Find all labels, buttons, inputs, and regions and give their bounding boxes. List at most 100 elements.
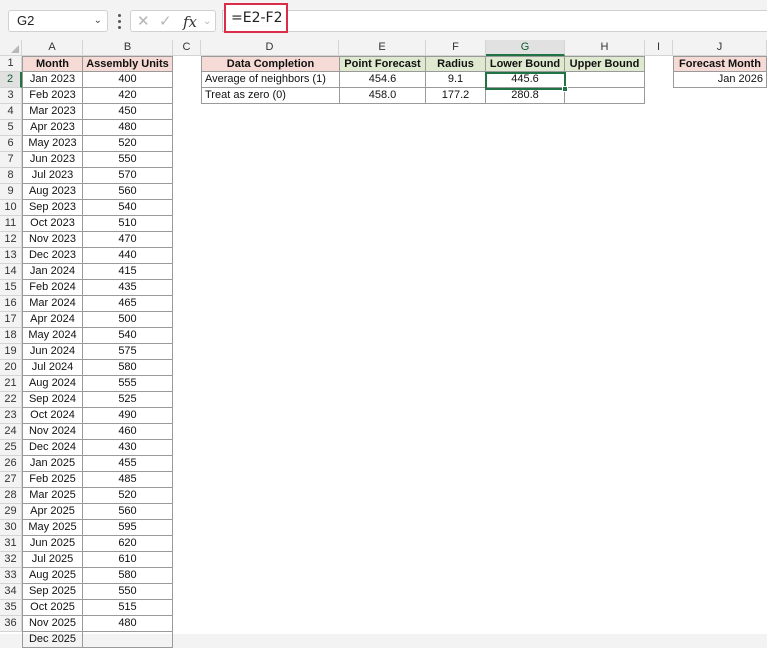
assembly-units-cell[interactable]: 570 [83,168,173,184]
month-cell[interactable]: Jan 2023 [22,72,83,88]
point-forecast-cell[interactable]: 454.6 [340,72,426,88]
cancel-icon[interactable]: ✕ [137,12,150,32]
fill-handle[interactable] [562,86,568,92]
column-header-g[interactable]: G [486,40,565,56]
row-header[interactable]: 1 [0,56,22,72]
row-header[interactable]: 28 [0,488,22,504]
row-header[interactable]: 3 [0,88,22,104]
row-header[interactable]: 33 [0,568,22,584]
assembly-units-cell[interactable]: 455 [83,456,173,472]
row-header[interactable]: 27 [0,472,22,488]
radius-cell[interactable]: 177.2 [426,88,486,104]
row-header[interactable]: 14 [0,264,22,280]
select-all-button[interactable] [0,40,22,56]
assembly-units-cell[interactable]: 480 [83,120,173,136]
month-cell[interactable]: Nov 2024 [22,424,83,440]
assembly-units-cell[interactable]: 400 [83,72,173,88]
assembly-units-cell[interactable]: 500 [83,312,173,328]
row-header[interactable]: 32 [0,552,22,568]
chevron-down-icon[interactable]: ⌄ [94,11,102,31]
column-header-d[interactable]: D [201,40,339,56]
month-cell[interactable]: Nov 2025 [22,616,83,632]
row-header[interactable]: 31 [0,536,22,552]
forecast-month-cell[interactable]: Jan 2026 [673,72,767,88]
month-cell[interactable]: Jun 2023 [22,152,83,168]
column-header-h[interactable]: H [565,40,645,56]
assembly-units-cell[interactable]: 520 [83,488,173,504]
row-header[interactable]: 7 [0,152,22,168]
row-header[interactable]: 6 [0,136,22,152]
month-cell[interactable]: Jan 2025 [22,456,83,472]
radius-cell[interactable]: 9.1 [426,72,486,88]
assembly-units-cell[interactable]: 435 [83,280,173,296]
row-header[interactable]: 25 [0,440,22,456]
assembly-units-cell[interactable]: 540 [83,328,173,344]
row-header[interactable]: 26 [0,456,22,472]
column-header-j[interactable]: J [673,40,767,56]
formula-text[interactable]: =E2-F2 [224,3,288,33]
month-cell[interactable]: Dec 2024 [22,440,83,456]
assembly-units-header[interactable]: Assembly Units [83,56,173,72]
month-cell[interactable]: Dec 2023 [22,248,83,264]
upper-bound-header[interactable]: Upper Bound [565,56,645,72]
row-header[interactable]: 24 [0,424,22,440]
point-forecast-cell[interactable]: 458.0 [340,88,426,104]
completion-header[interactable]: Data Completion [201,56,340,72]
row-header[interactable]: 23 [0,408,22,424]
row-header[interactable]: 10 [0,200,22,216]
method-cell[interactable]: Average of neighbors (1) [201,72,340,88]
month-cell[interactable]: Aug 2023 [22,184,83,200]
assembly-units-cell[interactable]: 470 [83,232,173,248]
assembly-units-cell[interactable]: 450 [83,104,173,120]
row-header[interactable]: 2 [0,72,22,88]
lower-bound-cell[interactable]: 280.8 [486,88,565,104]
upper-bound-cell[interactable] [565,72,645,88]
row-header[interactable]: 35 [0,600,22,616]
row-header[interactable]: 34 [0,584,22,600]
month-cell[interactable]: May 2024 [22,328,83,344]
month-cell[interactable]: Jun 2024 [22,344,83,360]
month-cell[interactable]: Oct 2023 [22,216,83,232]
assembly-units-cell[interactable]: 555 [83,376,173,392]
assembly-units-cell[interactable]: 460 [83,424,173,440]
forecast-month-header[interactable]: Forecast Month [673,56,767,72]
month-cell[interactable]: Feb 2025 [22,472,83,488]
assembly-units-cell[interactable]: 515 [83,600,173,616]
month-cell[interactable]: Oct 2024 [22,408,83,424]
month-cell[interactable]: Aug 2024 [22,376,83,392]
month-cell[interactable]: Jan 2024 [22,264,83,280]
row-header[interactable]: 12 [0,232,22,248]
row-header[interactable]: 20 [0,360,22,376]
assembly-units-cell[interactable] [83,632,173,648]
month-cell[interactable]: Mar 2023 [22,104,83,120]
month-cell[interactable]: Jul 2023 [22,168,83,184]
assembly-units-cell[interactable]: 560 [83,504,173,520]
assembly-units-cell[interactable]: 540 [83,200,173,216]
month-cell[interactable]: May 2023 [22,136,83,152]
month-cell[interactable]: Apr 2024 [22,312,83,328]
assembly-units-cell[interactable]: 550 [83,584,173,600]
chevron-down-icon[interactable]: ⌄ [203,12,211,32]
assembly-units-cell[interactable]: 485 [83,472,173,488]
month-cell[interactable]: Aug 2025 [22,568,83,584]
more-options-icon[interactable] [116,12,122,30]
assembly-units-cell[interactable]: 480 [83,616,173,632]
column-header-e[interactable]: E [339,40,426,56]
month-cell[interactable]: Jul 2024 [22,360,83,376]
row-header[interactable]: 22 [0,392,22,408]
month-cell[interactable]: Sep 2025 [22,584,83,600]
row-header[interactable]: 8 [0,168,22,184]
month-cell[interactable]: May 2025 [22,520,83,536]
month-cell[interactable]: Jun 2025 [22,536,83,552]
assembly-units-cell[interactable]: 550 [83,152,173,168]
upper-bound-cell[interactable] [565,88,645,104]
row-header[interactable]: 18 [0,328,22,344]
lower-bound-header[interactable]: Lower Bound [486,56,565,72]
month-cell[interactable]: Mar 2024 [22,296,83,312]
month-cell[interactable]: Dec 2025 [22,632,83,648]
assembly-units-cell[interactable]: 525 [83,392,173,408]
month-cell[interactable]: Feb 2023 [22,88,83,104]
enter-icon[interactable]: ✓ [159,12,172,32]
radius-header[interactable]: Radius [426,56,486,72]
month-cell[interactable]: Mar 2025 [22,488,83,504]
